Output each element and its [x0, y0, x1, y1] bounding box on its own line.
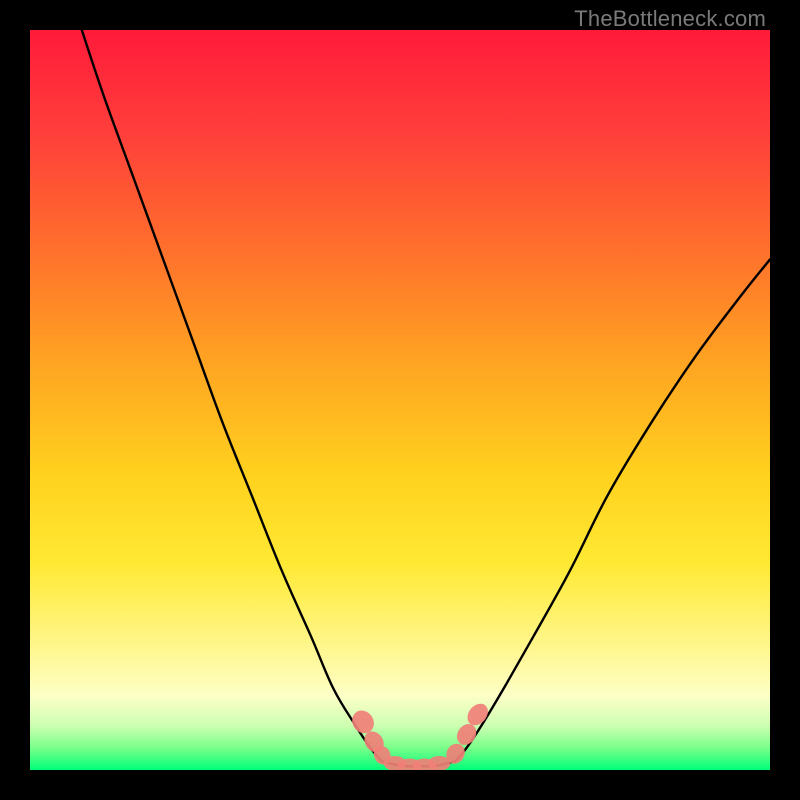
- plot-area: [30, 30, 770, 770]
- series-right-curve: [456, 259, 771, 761]
- marker-layer: [348, 700, 492, 770]
- chart-frame: TheBottleneck.com: [0, 0, 800, 800]
- curve-svg: [30, 30, 770, 770]
- series-left-curve: [82, 30, 382, 761]
- watermark-label: TheBottleneck.com: [574, 6, 766, 32]
- curve-layer: [82, 30, 770, 766]
